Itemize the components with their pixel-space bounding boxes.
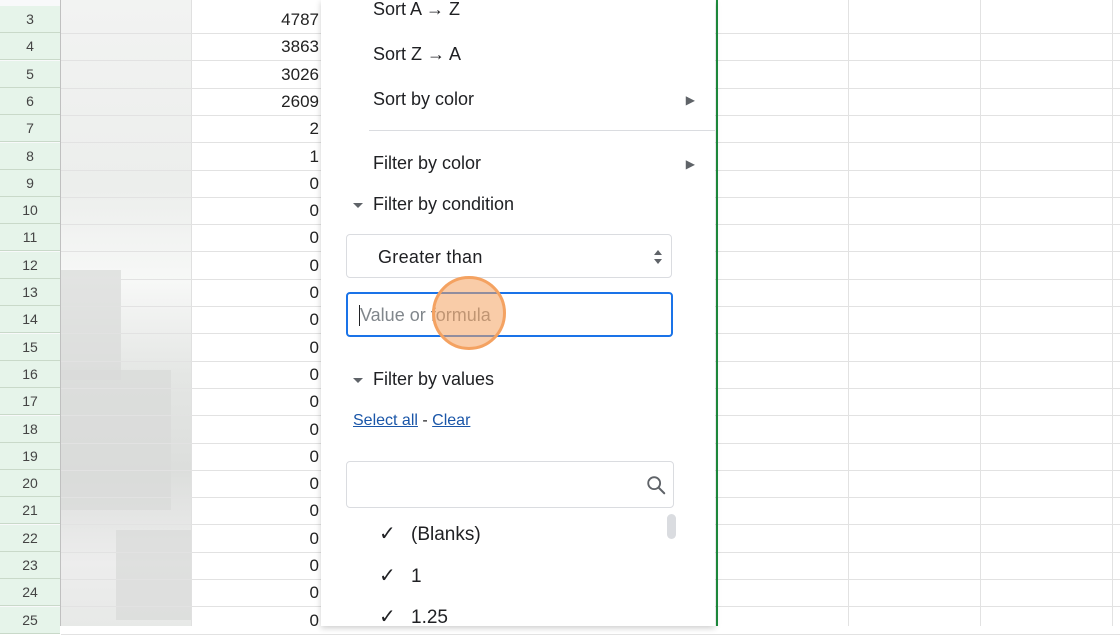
checkmark-icon: ✓ [379, 565, 396, 587]
condition-value-input[interactable] [358, 304, 662, 327]
value-cell[interactable]: 0 [193, 170, 319, 197]
value-cell[interactable]: 0 [193, 470, 319, 497]
value-cell[interactable]: 0 [193, 525, 319, 552]
select-all-link[interactable]: Select all [353, 412, 418, 429]
condition-select-value: Greater than [378, 247, 483, 267]
value-item-label: (Blanks) [411, 524, 481, 545]
value-cell[interactable]: 0 [193, 416, 319, 443]
value-item-label: 1 [411, 566, 422, 587]
row-header[interactable]: 21 [0, 497, 60, 524]
row-header[interactable]: 16 [0, 361, 60, 388]
blur-block [61, 270, 121, 380]
value-cell[interactable]: 0 [193, 361, 319, 388]
row-header[interactable]: 23 [0, 552, 60, 579]
value-cell[interactable]: 3863 [193, 33, 319, 60]
value-cell[interactable]: 0 [193, 607, 319, 634]
filter-by-values-toggle[interactable]: Filter by values [353, 369, 494, 390]
row-header[interactable]: 7 [0, 115, 60, 142]
selected-column-border [716, 0, 718, 626]
row-header[interactable]: 20 [0, 470, 60, 497]
value-cell[interactable]: 0 [193, 388, 319, 415]
blurred-column [61, 0, 191, 626]
column-divider [848, 0, 849, 626]
value-cell[interactable]: 0 [193, 224, 319, 251]
value-cell[interactable]: 0 [193, 306, 319, 333]
row-header[interactable]: 24 [0, 579, 60, 606]
value-cell[interactable]: 0 [193, 252, 319, 279]
filter-by-values-label: Filter by values [373, 369, 495, 389]
blur-block [61, 370, 171, 510]
link-separator: - [422, 412, 428, 429]
value-item-label: 1.25 [411, 607, 448, 628]
value-cell[interactable]: 0 [193, 579, 319, 606]
search-icon[interactable] [645, 474, 667, 496]
value-cell[interactable]: 4787 [193, 6, 319, 33]
value-cell[interactable]: 0 [193, 497, 319, 524]
row-header[interactable]: 3 [0, 6, 60, 33]
filter-by-color-item[interactable]: Filter by color [373, 153, 481, 174]
row-header[interactable]: 15 [0, 334, 60, 361]
row-header[interactable]: 19 [0, 443, 60, 470]
row-header[interactable]: 13 [0, 279, 60, 306]
row-header[interactable]: 14 [0, 306, 60, 333]
sort-by-color-label: Sort by color [373, 89, 475, 109]
condition-value-input-wrapper [346, 292, 673, 337]
menu-separator [369, 130, 715, 131]
select-arrows-icon [654, 250, 662, 264]
row-header[interactable]: 25 [0, 607, 60, 634]
value-cell[interactable]: 0 [193, 279, 319, 306]
caret-down-icon [353, 377, 363, 383]
value-cell[interactable]: 0 [193, 197, 319, 224]
filter-by-condition-label: Filter by condition [373, 194, 515, 214]
filter-by-condition-toggle[interactable]: Filter by condition [353, 194, 514, 215]
checkmark-icon: ✓ [379, 523, 396, 545]
column-divider [980, 0, 981, 626]
value-item-blanks[interactable]: ✓ (Blanks) [379, 521, 481, 546]
row-header[interactable]: 4 [0, 33, 60, 60]
row-header[interactable]: 12 [0, 252, 60, 279]
value-cell[interactable]: 3026 [193, 61, 319, 88]
value-column: 4787 3863 3026 2609 2 1 0 0 0 0 0 0 0 0 0 0 0 0 0 0 0 0 0 [191, 0, 322, 630]
row-header[interactable]: 22 [0, 525, 60, 552]
row-header[interactable]: 10 [0, 197, 60, 224]
value-cell[interactable]: 0 [193, 443, 319, 470]
submenu-arrow-icon: ▶ [685, 157, 695, 171]
sort-by-color-item[interactable]: Sort by color [373, 89, 703, 110]
filter-by-color-label: Filter by color [373, 153, 482, 173]
select-clear-links: Select all - Clear [353, 412, 470, 430]
row-header[interactable]: 11 [0, 224, 60, 251]
value-cell[interactable]: 2609 [193, 88, 319, 115]
value-item-1-25[interactable]: ✓ 1.25 [379, 604, 448, 629]
row-header[interactable]: 6 [0, 88, 60, 115]
row-headers: 3 4 5 6 7 8 9 10 11 12 13 14 15 16 17 18 19 20 21 22 23 24 25 [0, 0, 61, 634]
value-item-1[interactable]: ✓ 1 [379, 563, 422, 588]
clear-link[interactable]: Clear [432, 412, 470, 429]
column-divider [1112, 0, 1113, 626]
value-cell[interactable]: 1 [193, 143, 319, 170]
sort-z-a-item[interactable]: Sort Z → A [373, 44, 461, 65]
submenu-arrow-icon: ▶ [685, 93, 695, 107]
row-header[interactable]: 5 [0, 61, 60, 88]
values-list-scrollbar[interactable] [667, 514, 676, 539]
condition-select[interactable]: Greater than [346, 234, 672, 278]
row-header[interactable]: 17 [0, 388, 60, 415]
row-header[interactable]: 8 [0, 143, 60, 170]
caret-down-icon [353, 202, 363, 208]
checkmark-icon: ✓ [379, 606, 396, 628]
values-search-input[interactable] [346, 461, 674, 508]
sort-a-z-item[interactable]: Sort A → Z [373, 0, 460, 20]
value-cell[interactable]: 0 [193, 334, 319, 361]
value-cell[interactable]: 2 [193, 115, 319, 142]
value-cell[interactable]: 0 [193, 552, 319, 579]
row-header[interactable]: 9 [0, 170, 60, 197]
filter-menu: Sort A → Z Sort Z → A Sort by color ▶ Fi… [321, 0, 715, 629]
row-header[interactable]: 18 [0, 416, 60, 443]
text-cursor [359, 305, 360, 326]
